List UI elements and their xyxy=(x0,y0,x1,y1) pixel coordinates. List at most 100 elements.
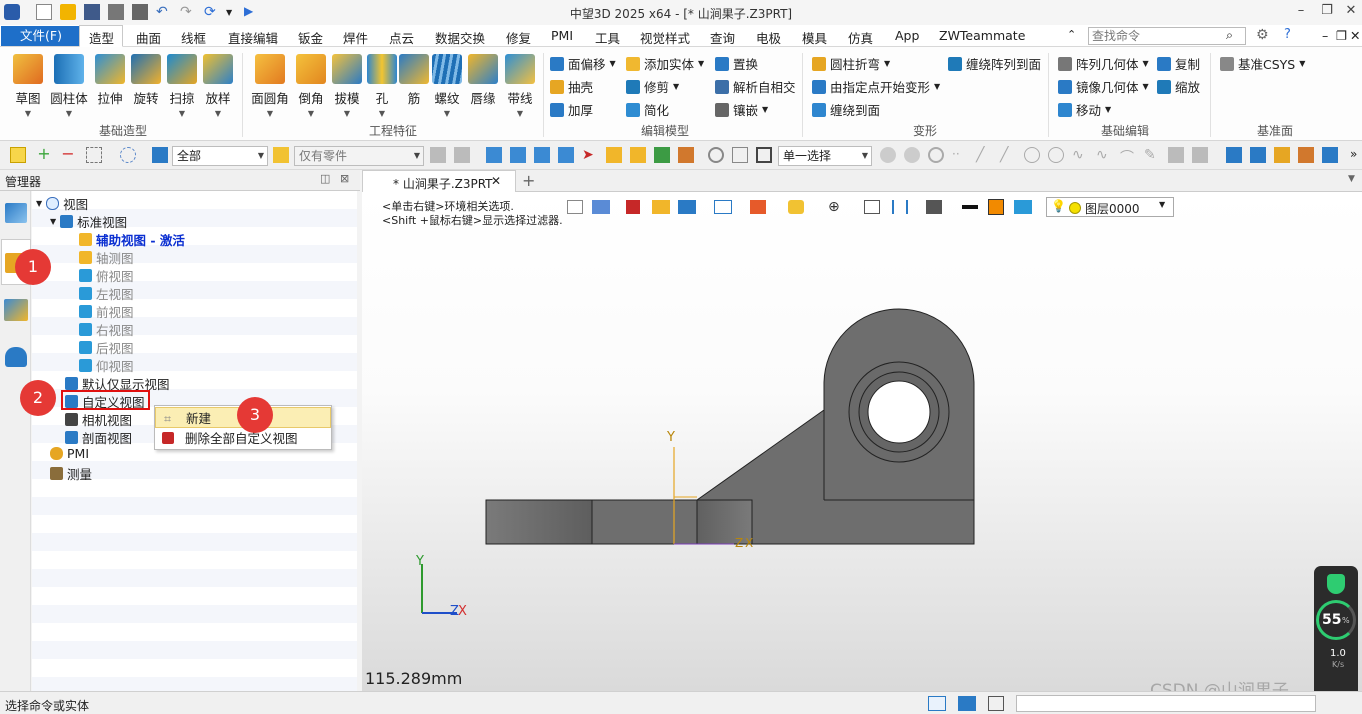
rotate-icon[interactable] xyxy=(708,147,724,163)
face-offset-button[interactable]: 面偏移 ▼ xyxy=(550,54,616,73)
spline2-icon[interactable]: ∿ xyxy=(1096,147,1112,163)
cylinder-button[interactable]: 圆柱体 ▼ xyxy=(48,54,90,118)
pick-part-icon[interactable] xyxy=(558,147,574,163)
material-icon[interactable] xyxy=(1298,147,1314,163)
tree-node-views[interactable]: ▼ 视图 xyxy=(36,194,88,213)
tab-data-exchange[interactable]: 数据交换 xyxy=(435,28,485,47)
tab-tools[interactable]: 工具 xyxy=(595,28,620,47)
tab-close-icon[interactable]: ✕ xyxy=(491,174,501,188)
simplify-button[interactable]: 简化 xyxy=(626,100,669,119)
tab-sheet-metal[interactable]: 钣金 xyxy=(298,28,323,47)
statusbar-list-icon[interactable] xyxy=(988,696,1004,711)
select-pointer-icon[interactable] xyxy=(10,147,26,163)
history-manager-icon[interactable] xyxy=(5,203,27,223)
more-icon[interactable]: » xyxy=(1350,147,1362,163)
transform-icon[interactable] xyxy=(732,147,748,163)
filter-select[interactable]: 全部 ▼ xyxy=(172,146,268,166)
doc-tab[interactable]: * 山涧果子.Z3PRT ✕ xyxy=(362,170,516,192)
statusbar-display-icon[interactable] xyxy=(958,696,976,711)
tab-repair[interactable]: 修复 xyxy=(506,28,531,47)
draft-button[interactable]: 拔模 ▼ xyxy=(330,54,364,118)
lasso-select-icon[interactable] xyxy=(120,147,136,163)
replace-button[interactable]: 置换 xyxy=(715,54,758,73)
select-mode-select[interactable]: 单一选择 ▼ xyxy=(778,146,872,166)
doc-close-icon[interactable]: ✕ xyxy=(1350,28,1360,43)
pick-face-icon[interactable] xyxy=(510,147,526,163)
tree-node-right[interactable]: 右视图 xyxy=(79,320,134,339)
tab-simulation[interactable]: 仿真 xyxy=(848,28,873,47)
thread-button[interactable]: 螺纹 ▼ xyxy=(430,54,464,118)
box-select-icon[interactable] xyxy=(86,147,102,163)
parts-select[interactable]: 仅有零件 ▼ xyxy=(294,146,424,166)
pick-body-icon[interactable] xyxy=(534,147,550,163)
tab-visual-style[interactable]: 视觉样式 xyxy=(640,28,690,47)
render-icon[interactable] xyxy=(1274,147,1290,163)
tab-query[interactable]: 查询 xyxy=(710,28,735,47)
collapse-arrow-icon[interactable]: ▼ xyxy=(36,199,42,208)
chamfer-button[interactable]: 倒角 ▼ xyxy=(294,54,328,118)
pointer-mode-icon[interactable] xyxy=(880,147,896,163)
tab-app[interactable]: App xyxy=(895,28,919,43)
strip-button[interactable]: 带线 ▼ xyxy=(502,54,538,118)
system-monitor-widget[interactable]: 55 % 1.0 K/s xyxy=(1314,566,1358,706)
tree-node-front[interactable]: 前视图 xyxy=(79,302,134,321)
self-intersect-button[interactable]: 解析自相交 xyxy=(715,77,796,96)
shell-button[interactable]: 抽壳 xyxy=(550,77,593,96)
mirror-button[interactable]: 镜像几何体 ▼ xyxy=(1058,77,1149,96)
file-menu-button[interactable]: 文件(F) xyxy=(1,26,81,46)
revolve-button[interactable]: 旋转 xyxy=(128,54,164,107)
menu-item-delete-all[interactable]: 删除全部自定义视图 xyxy=(155,428,331,449)
point-dots-icon[interactable]: ·· xyxy=(952,147,968,163)
tab-surface[interactable]: 曲面 xyxy=(136,28,161,47)
rib-button[interactable]: 筋 xyxy=(398,54,430,107)
snap-icon[interactable] xyxy=(430,147,446,163)
wrap-pattern-button[interactable]: 缠绕阵列到面 xyxy=(948,54,1041,73)
stop-icon[interactable] xyxy=(756,147,772,163)
tree-node-aux-view-active[interactable]: 辅助视图 - 激活 xyxy=(79,230,185,249)
close-icon[interactable]: ✕ xyxy=(1340,3,1362,21)
tab-point-cloud[interactable]: 点云 xyxy=(389,28,414,47)
tree-node-pmi[interactable]: PMI xyxy=(50,446,89,461)
filter-icon[interactable] xyxy=(152,147,168,163)
manager-close-icon[interactable]: ⊠ xyxy=(340,172,349,185)
pick-curve-icon[interactable] xyxy=(654,147,670,163)
thicken-button[interactable]: 加厚 xyxy=(550,100,593,119)
pick-edge-icon[interactable] xyxy=(486,147,502,163)
tab-modeling[interactable]: 造型 xyxy=(89,28,114,47)
tree-node-left[interactable]: 左视图 xyxy=(79,284,134,303)
doc-minimize-icon[interactable]: – xyxy=(1322,28,1328,43)
graphics-viewport[interactable]: <单击右键>环境相关选项. <Shift +鼠标右键>显示选择过滤器. ⊕ 💡 … xyxy=(362,192,1362,691)
tree-node-bottom[interactable]: 仰视图 xyxy=(79,356,134,375)
tree-node-top[interactable]: 俯视图 xyxy=(79,266,134,285)
remove-icon[interactable]: − xyxy=(60,146,76,163)
doc-restore-icon[interactable]: ❐ xyxy=(1336,28,1347,43)
parts-filter-icon[interactable] xyxy=(273,147,289,163)
copy-button[interactable]: 复制 xyxy=(1157,54,1200,73)
tree-node-back[interactable]: 后视图 xyxy=(79,338,134,357)
pen-icon[interactable]: ✎ xyxy=(1144,147,1160,163)
restore-icon[interactable]: ❐ xyxy=(1316,3,1338,21)
tree-node-iso[interactable]: 轴测图 xyxy=(79,248,134,267)
search-input[interactable]: 查找命令 xyxy=(1088,27,1246,45)
hole-button[interactable]: 孔 ▼ xyxy=(366,54,398,118)
sketch-button[interactable]: 草图 ▼ xyxy=(8,54,48,118)
point-deform-button[interactable]: 由指定点开始变形 ▼ xyxy=(812,77,940,96)
minimize-icon[interactable]: – xyxy=(1290,3,1312,21)
tool-icon[interactable] xyxy=(1192,147,1208,163)
tab-list-icon[interactable]: ▼ xyxy=(1348,174,1355,184)
gear-icon[interactable]: ⚙ xyxy=(1256,27,1269,43)
gear-snap-icon[interactable] xyxy=(904,147,920,163)
new-tab-icon[interactable]: + xyxy=(522,171,535,190)
fillet-button[interactable]: 面圆角 ▼ xyxy=(250,54,290,118)
tree-node-section-views[interactable]: 剖面视图 xyxy=(65,428,132,447)
add-icon[interactable]: + xyxy=(36,146,52,163)
wrap-to-face-button[interactable]: 缠绕到面 xyxy=(812,100,880,119)
tab-zwteammate[interactable]: ZWTeammate xyxy=(939,28,1025,43)
loft-button[interactable]: 放样 ▼ xyxy=(200,54,236,118)
move-button[interactable]: 移动 ▼ xyxy=(1058,100,1111,119)
input-manager-icon[interactable] xyxy=(4,299,28,321)
collapse-ribbon-icon[interactable]: ⌃ xyxy=(1067,28,1076,41)
tab-wireframe[interactable]: 线框 xyxy=(181,28,206,47)
line2-icon[interactable]: ╱ xyxy=(1000,147,1016,163)
pick-point-icon[interactable]: ➤ xyxy=(582,147,598,163)
